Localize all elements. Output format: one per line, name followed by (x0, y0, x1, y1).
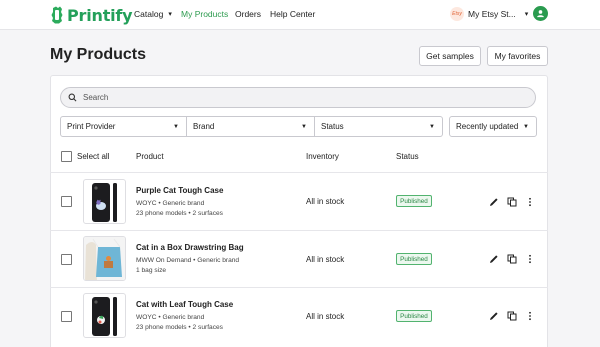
logo-text: Printify (67, 5, 133, 25)
nav-item-label: Help Center (270, 9, 316, 19)
nav-item-label: Catalog (134, 9, 164, 19)
brand-filter[interactable]: Brand ▼ (187, 116, 315, 137)
row-checkbox[interactable] (61, 196, 72, 207)
my-favorites-button[interactable]: My favorites (487, 46, 548, 66)
filter-label: Print Provider (67, 122, 116, 131)
column-header-inventory[interactable]: Inventory (306, 152, 339, 161)
inventory-status: All in stock (306, 312, 345, 321)
duplicate-button[interactable] (506, 196, 518, 208)
chevron-down-icon: ▾ (524, 11, 529, 18)
select-all-checkbox[interactable] (61, 151, 72, 162)
select-all-label: Select all (77, 152, 110, 161)
sort-label: Recently updated (456, 122, 519, 131)
filter-label: Status (321, 122, 344, 131)
user-avatar[interactable] (533, 6, 548, 21)
product-name[interactable]: Cat with Leaf Tough Case (136, 300, 233, 309)
nav-item-catalog[interactable]: Catalog ▾ (134, 9, 172, 19)
product-name[interactable]: Purple Cat Tough Case (136, 186, 223, 195)
printify-logo[interactable]: Printify (50, 5, 133, 25)
product-variants: 23 phone models • 2 surfaces (136, 324, 223, 331)
copy-icon (507, 311, 517, 321)
status-badge: Published (396, 310, 432, 322)
more-vertical-icon (529, 197, 531, 207)
get-samples-button[interactable]: Get samples (419, 46, 481, 66)
dropdown-arrow-icon: ▼ (173, 124, 179, 130)
nav-item-my-products[interactable]: My Products (181, 9, 228, 19)
status-filter[interactable]: Status ▼ (315, 116, 443, 137)
product-name[interactable]: Cat in a Box Drawstring Bag (136, 243, 244, 252)
product-provider: MWW On Demand • Generic brand (136, 257, 240, 264)
product-provider: WOYC • Generic brand (136, 314, 205, 321)
phone-case-icon (92, 183, 117, 222)
pencil-icon (490, 198, 498, 206)
more-options-button[interactable] (524, 310, 536, 322)
divider (50, 230, 548, 231)
product-provider: WOYC • Generic brand (136, 200, 205, 207)
store-name: My Etsy St... (468, 9, 516, 19)
etsy-store-icon: Etsy (450, 7, 464, 21)
product-variants: 23 phone models • 2 surfaces (136, 210, 223, 217)
user-icon (537, 10, 544, 18)
search-bar[interactable] (60, 87, 536, 108)
product-variants: 1 bag size (136, 267, 167, 274)
search-icon (68, 93, 77, 102)
copy-icon (507, 197, 517, 207)
sort-select[interactable]: Recently updated ▼ (449, 116, 537, 137)
more-options-button[interactable] (524, 253, 536, 265)
column-header-status[interactable]: Status (396, 152, 419, 161)
duplicate-button[interactable] (506, 310, 518, 322)
printify-logo-icon (51, 6, 63, 24)
pencil-icon (490, 312, 498, 320)
edit-button[interactable] (488, 196, 500, 208)
status-badge: Published (396, 195, 432, 207)
nav-item-orders[interactable]: Orders (235, 9, 261, 19)
nav-item-help-center[interactable]: Help Center (270, 9, 315, 19)
pencil-icon (490, 255, 498, 263)
phone-case-icon (92, 297, 117, 336)
nav-item-label: Orders (235, 9, 261, 19)
print-provider-filter[interactable]: Print Provider ▼ (60, 116, 187, 137)
nav-item-label: My Products (181, 9, 229, 19)
filter-label: Brand (193, 122, 215, 131)
page-title: My Products (50, 46, 147, 63)
row-checkbox[interactable] (61, 254, 72, 265)
product-thumbnail[interactable] (83, 179, 126, 224)
product-thumbnail[interactable] (83, 236, 126, 281)
divider (50, 287, 548, 288)
divider (50, 172, 548, 173)
more-vertical-icon (529, 254, 531, 264)
chevron-down-icon: ▾ (168, 11, 172, 18)
more-options-button[interactable] (524, 196, 536, 208)
edit-button[interactable] (488, 310, 500, 322)
dropdown-arrow-icon: ▼ (301, 124, 307, 130)
product-thumbnail[interactable] (83, 293, 126, 338)
dropdown-arrow-icon: ▼ (523, 124, 529, 130)
copy-icon (507, 254, 517, 264)
edit-button[interactable] (488, 253, 500, 265)
inventory-status: All in stock (306, 255, 345, 264)
status-badge: Published (396, 253, 432, 265)
column-header-product[interactable]: Product (136, 152, 164, 161)
inventory-status: All in stock (306, 197, 345, 206)
search-input[interactable] (83, 93, 503, 102)
dropdown-arrow-icon: ▼ (429, 124, 435, 130)
more-vertical-icon (529, 311, 531, 321)
duplicate-button[interactable] (506, 253, 518, 265)
top-nav: Printify Catalog ▾ My Products Orders He… (0, 0, 600, 30)
store-selector[interactable]: Etsy My Etsy St... ▾ (450, 7, 528, 21)
row-checkbox[interactable] (61, 311, 72, 322)
drawstring-bag-icon (84, 237, 125, 280)
